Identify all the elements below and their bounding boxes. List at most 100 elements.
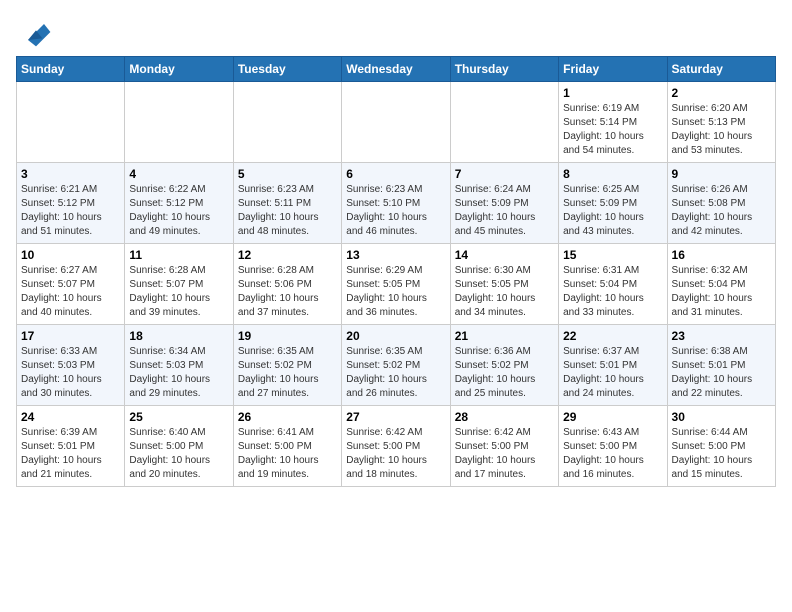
day-number: 22 — [563, 329, 662, 343]
day-number: 15 — [563, 248, 662, 262]
day-info: Sunrise: 6:28 AM Sunset: 5:06 PM Dayligh… — [238, 264, 337, 320]
calendar-cell — [233, 82, 341, 163]
day-number: 28 — [455, 410, 554, 424]
day-number: 1 — [563, 86, 662, 100]
day-number: 18 — [129, 329, 228, 343]
day-info: Sunrise: 6:42 AM Sunset: 5:00 PM Dayligh… — [455, 426, 554, 482]
calendar-cell: 13 Sunrise: 6:29 AM Sunset: 5:05 PM Dayli… — [342, 244, 450, 325]
day-number: 24 — [21, 410, 120, 424]
day-number: 4 — [129, 167, 228, 181]
calendar-cell: 18 Sunrise: 6:34 AM Sunset: 5:03 PM Dayli… — [125, 325, 233, 406]
calendar-cell: 24 Sunrise: 6:39 AM Sunset: 5:01 PM Dayli… — [17, 406, 125, 487]
day-info: Sunrise: 6:23 AM Sunset: 5:11 PM Dayligh… — [238, 183, 337, 239]
calendar-cell: 8Sunrise: 6:25 AM Sunset: 5:09 PM Daylig… — [559, 163, 667, 244]
day-info: Sunrise: 6:29 AM Sunset: 5:05 PM Dayligh… — [346, 264, 445, 320]
day-info: Sunrise: 6:34 AM Sunset: 5:03 PM Dayligh… — [129, 345, 228, 401]
calendar-cell: 6 Sunrise: 6:23 AM Sunset: 5:10 PM Daylig… — [342, 163, 450, 244]
day-info: Sunrise: 6:22 AM Sunset: 5:12 PM Dayligh… — [129, 183, 228, 239]
day-number: 3 — [21, 167, 120, 181]
calendar-cell: 12 Sunrise: 6:28 AM Sunset: 5:06 PM Dayli… — [233, 244, 341, 325]
day-number: 2 — [672, 86, 771, 100]
calendar-cell — [17, 82, 125, 163]
calendar-cell: 22 Sunrise: 6:37 AM Sunset: 5:01 PM Dayli… — [559, 325, 667, 406]
day-info: Sunrise: 6:28 AM Sunset: 5:07 PM Dayligh… — [129, 264, 228, 320]
calendar-cell: 4 Sunrise: 6:22 AM Sunset: 5:12 PM Daylig… — [125, 163, 233, 244]
calendar-cell: 11 Sunrise: 6:28 AM Sunset: 5:07 PM Dayli… — [125, 244, 233, 325]
weekday-header-friday: Friday — [559, 57, 667, 82]
day-number: 12 — [238, 248, 337, 262]
calendar-cell: 28 Sunrise: 6:42 AM Sunset: 5:00 PM Dayli… — [450, 406, 558, 487]
calendar-cell: 15 Sunrise: 6:31 AM Sunset: 5:04 PM Dayli… — [559, 244, 667, 325]
day-info: Sunrise: 6:21 AM Sunset: 5:12 PM Dayligh… — [21, 183, 120, 239]
day-number: 25 — [129, 410, 228, 424]
day-number: 5 — [238, 167, 337, 181]
day-info: Sunrise: 6:36 AM Sunset: 5:02 PM Dayligh… — [455, 345, 554, 401]
day-number: 20 — [346, 329, 445, 343]
day-number: 14 — [455, 248, 554, 262]
day-info: Sunrise: 6:41 AM Sunset: 5:00 PM Dayligh… — [238, 426, 337, 482]
day-info: Sunrise: 6:20 AM Sunset: 5:13 PM Dayligh… — [672, 102, 771, 158]
day-info: Sunrise: 6:40 AM Sunset: 5:00 PM Dayligh… — [129, 426, 228, 482]
day-info: Sunrise: 6:19 AM Sunset: 5:14 PM Dayligh… — [563, 102, 662, 158]
calendar-cell: 19 Sunrise: 6:35 AM Sunset: 5:02 PM Dayli… — [233, 325, 341, 406]
day-info: Sunrise: 6:35 AM Sunset: 5:02 PM Dayligh… — [238, 345, 337, 401]
calendar-cell — [125, 82, 233, 163]
weekday-header-tuesday: Tuesday — [233, 57, 341, 82]
day-number: 11 — [129, 248, 228, 262]
day-info: Sunrise: 6:38 AM Sunset: 5:01 PM Dayligh… — [672, 345, 771, 401]
day-number: 30 — [672, 410, 771, 424]
calendar-cell — [450, 82, 558, 163]
calendar-cell: 23 Sunrise: 6:38 AM Sunset: 5:01 PM Dayli… — [667, 325, 775, 406]
day-info: Sunrise: 6:25 AM Sunset: 5:09 PM Dayligh… — [563, 183, 662, 239]
weekday-header-sunday: Sunday — [17, 57, 125, 82]
day-number: 19 — [238, 329, 337, 343]
day-info: Sunrise: 6:35 AM Sunset: 5:02 PM Dayligh… — [346, 345, 445, 401]
day-number: 21 — [455, 329, 554, 343]
day-info: Sunrise: 6:42 AM Sunset: 5:00 PM Dayligh… — [346, 426, 445, 482]
day-number: 26 — [238, 410, 337, 424]
day-info: Sunrise: 6:32 AM Sunset: 5:04 PM Dayligh… — [672, 264, 771, 320]
calendar-cell: 17 Sunrise: 6:33 AM Sunset: 5:03 PM Dayli… — [17, 325, 125, 406]
calendar-cell — [342, 82, 450, 163]
calendar-cell: 20 Sunrise: 6:35 AM Sunset: 5:02 PM Dayli… — [342, 325, 450, 406]
day-number: 13 — [346, 248, 445, 262]
day-number: 7 — [455, 167, 554, 181]
calendar-cell: 14 Sunrise: 6:30 AM Sunset: 5:05 PM Dayli… — [450, 244, 558, 325]
calendar-cell: 9Sunrise: 6:26 AM Sunset: 5:08 PM Daylig… — [667, 163, 775, 244]
calendar-cell: 30 Sunrise: 6:44 AM Sunset: 5:00 PM Dayli… — [667, 406, 775, 487]
day-info: Sunrise: 6:30 AM Sunset: 5:05 PM Dayligh… — [455, 264, 554, 320]
day-info: Sunrise: 6:33 AM Sunset: 5:03 PM Dayligh… — [21, 345, 120, 401]
day-info: Sunrise: 6:43 AM Sunset: 5:00 PM Dayligh… — [563, 426, 662, 482]
calendar-cell: 21 Sunrise: 6:36 AM Sunset: 5:02 PM Dayli… — [450, 325, 558, 406]
day-info: Sunrise: 6:27 AM Sunset: 5:07 PM Dayligh… — [21, 264, 120, 320]
day-number: 9 — [672, 167, 771, 181]
logo-icon — [20, 16, 52, 48]
weekday-header-thursday: Thursday — [450, 57, 558, 82]
weekday-header-saturday: Saturday — [667, 57, 775, 82]
page-header — [16, 16, 776, 48]
calendar-cell: 2 Sunrise: 6:20 AM Sunset: 5:13 PM Daylig… — [667, 82, 775, 163]
day-info: Sunrise: 6:44 AM Sunset: 5:00 PM Dayligh… — [672, 426, 771, 482]
day-number: 10 — [21, 248, 120, 262]
day-number: 6 — [346, 167, 445, 181]
day-info: Sunrise: 6:39 AM Sunset: 5:01 PM Dayligh… — [21, 426, 120, 482]
day-number: 16 — [672, 248, 771, 262]
calendar-header: SundayMondayTuesdayWednesdayThursdayFrid… — [17, 57, 776, 82]
calendar-cell: 26 Sunrise: 6:41 AM Sunset: 5:00 PM Dayli… — [233, 406, 341, 487]
day-number: 23 — [672, 329, 771, 343]
calendar-cell: 5 Sunrise: 6:23 AM Sunset: 5:11 PM Daylig… — [233, 163, 341, 244]
day-info: Sunrise: 6:37 AM Sunset: 5:01 PM Dayligh… — [563, 345, 662, 401]
day-info: Sunrise: 6:23 AM Sunset: 5:10 PM Dayligh… — [346, 183, 445, 239]
calendar-cell: 1 Sunrise: 6:19 AM Sunset: 5:14 PM Daylig… — [559, 82, 667, 163]
calendar-cell: 29Sunrise: 6:43 AM Sunset: 5:00 PM Dayli… — [559, 406, 667, 487]
day-info: Sunrise: 6:24 AM Sunset: 5:09 PM Dayligh… — [455, 183, 554, 239]
day-info: Sunrise: 6:31 AM Sunset: 5:04 PM Dayligh… — [563, 264, 662, 320]
day-number: 17 — [21, 329, 120, 343]
logo — [16, 16, 52, 48]
calendar-cell: 10 Sunrise: 6:27 AM Sunset: 5:07 PM Dayli… — [17, 244, 125, 325]
calendar-cell: 3 Sunrise: 6:21 AM Sunset: 5:12 PM Daylig… — [17, 163, 125, 244]
weekday-header-wednesday: Wednesday — [342, 57, 450, 82]
day-number: 27 — [346, 410, 445, 424]
calendar-cell: 25 Sunrise: 6:40 AM Sunset: 5:00 PM Dayli… — [125, 406, 233, 487]
calendar: SundayMondayTuesdayWednesdayThursdayFrid… — [16, 56, 776, 487]
